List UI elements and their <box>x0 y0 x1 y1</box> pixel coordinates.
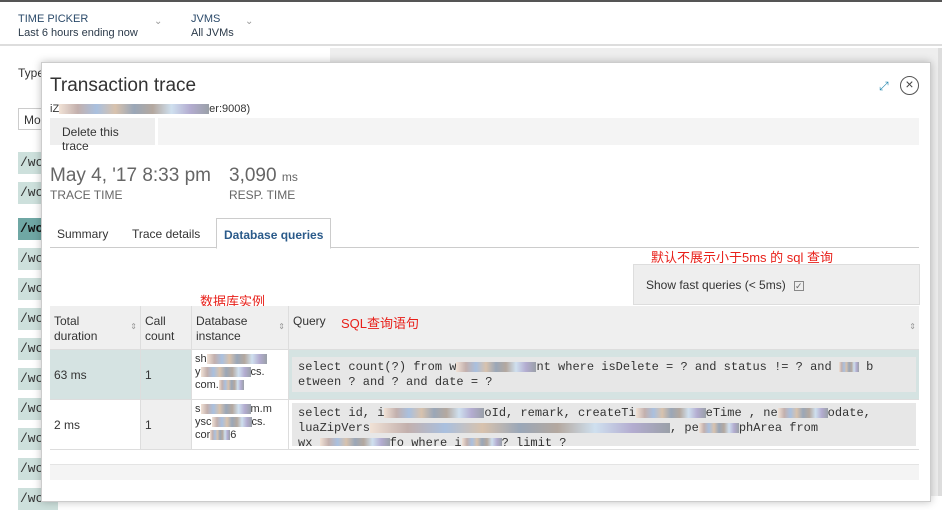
tab-summary[interactable]: Summary <box>50 218 115 248</box>
redacted <box>59 104 210 115</box>
tab-database-queries[interactable]: Database queries <box>216 218 332 249</box>
query-cell: select id, i oId, remark, createTi eTime ,… <box>289 400 919 449</box>
header-label: Query <box>293 314 326 328</box>
duration-cell: 63 ms <box>50 350 141 399</box>
expand-icon[interactable]: ⤢ <box>879 79 889 94</box>
resp-time-label: RESP. TIME <box>229 188 296 202</box>
table-footer <box>50 464 919 480</box>
jvms-value: All JVMs <box>191 27 234 39</box>
host-suffix: er:9008) <box>209 103 251 115</box>
instance-part: sh <box>195 353 207 365</box>
resp-time-unit: ms <box>281 170 298 184</box>
time-picker-value: Last 6 hours ending now <box>18 27 138 39</box>
resp-time: 3,090 ms <box>229 165 298 187</box>
tab-bar: Summary Trace details Database queries <box>50 218 919 249</box>
jvms-picker[interactable]: JVMS All JVMs <box>191 12 234 40</box>
fast-queries-checkbox[interactable]: ✓ <box>793 281 804 291</box>
top-bar: TIME PICKER Last 6 hours ending now ⌄ JV… <box>0 2 942 46</box>
trace-time: May 4, '17 8:33 pm <box>50 165 211 186</box>
time-picker-label: TIME PICKER <box>18 13 89 25</box>
query-cell: select count(?) from w nt where isDelete … <box>289 350 919 399</box>
sort-icon: ⇕ <box>130 322 137 331</box>
instance-part: com. <box>195 379 219 391</box>
trace-time-label: TRACE TIME <box>50 188 123 202</box>
header-label: Total duration <box>54 314 98 343</box>
query-text: select id, i oId, remark, createTi eTime ,… <box>292 403 916 446</box>
tab-trace-details[interactable]: Trace details <box>125 218 207 248</box>
resp-time-value: 3,090 <box>229 165 277 186</box>
close-icon[interactable]: × <box>900 76 919 95</box>
trace-host: iZ er:9008) <box>50 103 250 115</box>
instance-part: cs. <box>250 366 265 378</box>
table-header: Total duration ⇕ Call count Database inst… <box>50 306 919 350</box>
fast-queries-toggle[interactable]: Show fast queries (< 5ms) ✓ <box>633 264 920 305</box>
chevron-down-icon[interactable]: ⌄ <box>154 16 162 27</box>
scrollbar[interactable] <box>938 48 942 496</box>
annotation-query-note: SQL查询语句 <box>341 316 420 331</box>
sort-icon: ⇕ <box>909 322 916 331</box>
table-row[interactable]: 63 ms 1 sh y cs. com. select count(?) from … <box>50 350 919 400</box>
col-call-count[interactable]: Call count <box>141 306 192 349</box>
header-label: Database instance <box>196 314 248 343</box>
count-cell: 1 <box>141 400 192 449</box>
chevron-down-icon[interactable]: ⌄ <box>245 16 253 27</box>
col-database-instance[interactable]: Database instance ⇕ <box>192 306 289 349</box>
table-row[interactable]: 2 ms 1 s m.m ysc cs. cor 6 select id, i oId, r… <box>50 400 919 450</box>
jvms-label: JVMS <box>191 13 221 25</box>
delete-trace-button[interactable]: Delete this trace <box>50 118 158 153</box>
col-query[interactable]: Query SQL查询语句 ⇕ <box>289 306 919 349</box>
host-prefix: iZ <box>50 103 60 115</box>
instance-cell: sh y cs. com. <box>192 350 289 399</box>
duration-cell: 2 ms <box>50 400 141 449</box>
action-bar: Delete this trace <box>50 118 919 153</box>
query-text: select count(?) from w nt where isDelete … <box>292 357 916 392</box>
transaction-trace-modal: Transaction trace iZ er:9008) ⤢ × Delete … <box>41 62 931 502</box>
modal-title: Transaction trace <box>50 75 197 96</box>
count-cell: 1 <box>141 350 192 399</box>
fast-queries-label: Show fast queries (< 5ms) <box>646 278 786 292</box>
time-picker[interactable]: TIME PICKER Last 6 hours ending now <box>18 12 138 40</box>
header-label: Call count <box>145 314 175 343</box>
sort-icon: ⇕ <box>278 322 285 331</box>
instance-cell: s m.m ysc cs. cor 6 <box>192 400 289 449</box>
col-total-duration[interactable]: Total duration ⇕ <box>50 306 141 349</box>
